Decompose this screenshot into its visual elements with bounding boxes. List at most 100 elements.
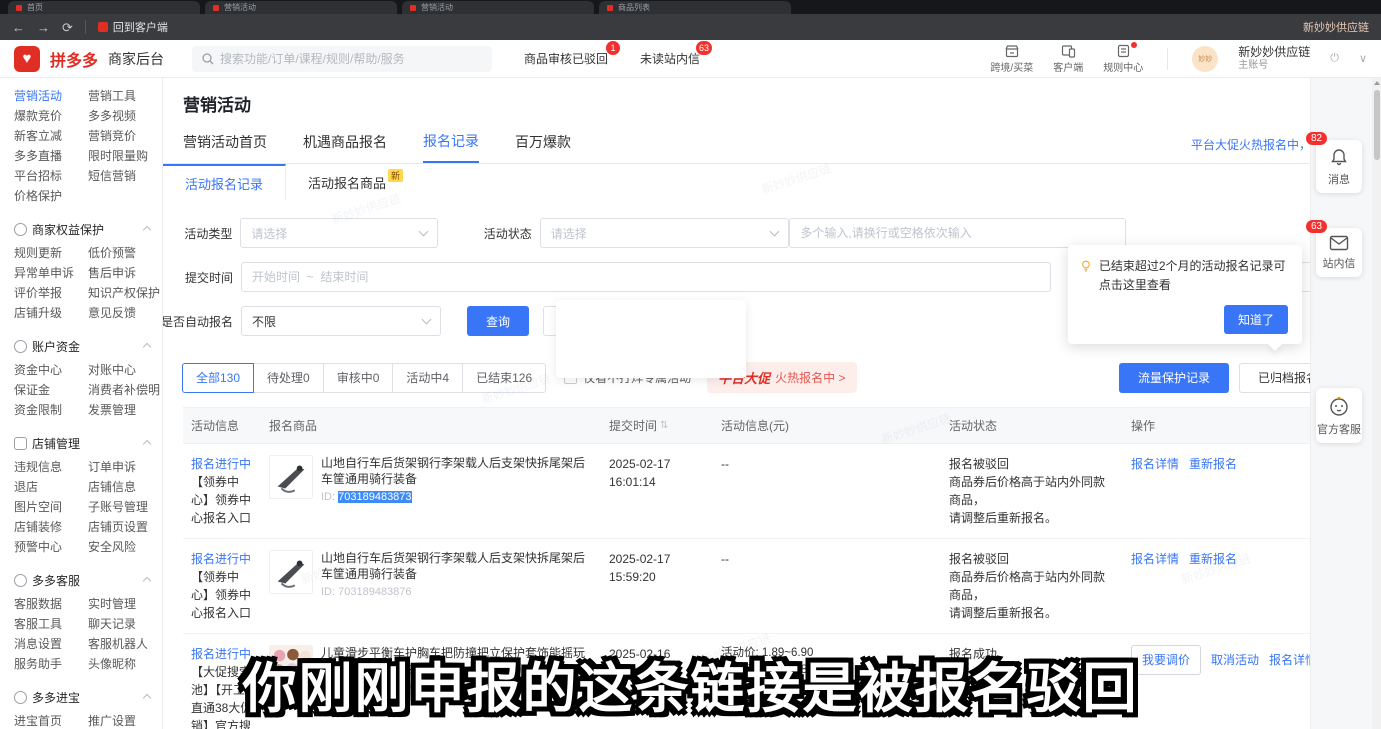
product-title[interactable]: 山地自行车后货架钢行李架载人后支架快拆尾架后车筐通用骑行装备 [321,550,593,582]
sidebar-item[interactable]: 新客立减 [14,126,86,146]
sidebar-item[interactable]: 低价预警 [88,243,160,263]
segment-ended[interactable]: 已结束126 [463,363,546,393]
sidebar-item[interactable]: 价格保护 [14,186,86,206]
product-title[interactable]: 山地自行车后货架钢行李架载人后支架快拆尾架后车筐通用骑行装备 [321,455,593,487]
inbox-card[interactable]: 63 站内信 [1316,228,1362,277]
sidebar-section-service[interactable]: 多多客服 [14,572,162,589]
bookmark-item[interactable]: 回到客户端 [98,19,168,35]
account-info[interactable]: 新妙妙供应链 主账号 [1238,45,1310,71]
sidebar-item[interactable]: 对账中心 [88,360,160,380]
sidebar-item[interactable]: 异常单申诉 [14,263,86,283]
unread-mail-link[interactable]: 未读站内信63 [640,50,700,67]
sidebar-item[interactable]: 限时限量购 [88,146,160,166]
auto-signup-select[interactable]: 不限 [241,306,441,336]
sidebar-item[interactable]: 店铺升级 [14,303,86,323]
message-card[interactable]: 82 消息 [1316,140,1362,193]
audit-rejected-link[interactable]: 商品审核已驳回1 [524,50,608,67]
sidebar-item[interactable]: 退店 [14,477,86,497]
segment-reviewing[interactable]: 审核中0 [324,363,394,393]
got-it-button[interactable]: 知道了 [1224,305,1288,334]
sidebar-section-shop[interactable]: 店铺管理 [14,435,162,452]
subtab-activity-records[interactable]: 活动报名记录 [163,164,286,200]
sidebar-section-rights[interactable]: 商家权益保护 [14,221,162,238]
power-icon[interactable]: ⏻ [1330,52,1339,65]
sidebar-item[interactable]: 店铺信息 [88,477,160,497]
sidebar-item[interactable]: 多多直播 [14,146,86,166]
sidebar-item[interactable]: 客服数据 [14,594,86,614]
sidebar-item[interactable]: 营销工具 [88,86,160,106]
brand-name[interactable]: 拼多多 [50,47,98,71]
sidebar-item[interactable]: 资金限制 [14,400,86,420]
activity-status-select[interactable]: 请选择 [540,218,790,248]
reload-icon[interactable]: ⟳ [62,21,73,34]
sidebar-item[interactable]: 评价举报 [14,283,86,303]
sidebar-item[interactable]: 发票管理 [88,400,160,420]
sidebar-item[interactable]: 店铺装修 [14,517,86,537]
flow-protection-button[interactable]: 流量保护记录 [1119,363,1229,393]
sidebar-item[interactable]: 订单申诉 [88,457,160,477]
tab-opportunity-goods[interactable]: 机遇商品报名 [303,126,387,162]
rule-center-entry[interactable]: 规则中心 [1103,44,1143,74]
sidebar-item[interactable]: 资金中心 [14,360,86,380]
query-button[interactable]: 查询 [467,306,529,336]
tab-marketing-home[interactable]: 营销活动首页 [183,126,267,162]
sidebar-item[interactable]: 聊天记录 [88,614,160,634]
re-signup-link[interactable]: 重新报名 [1189,457,1237,471]
sidebar-item[interactable]: 子账号管理 [88,497,160,517]
client-app-entry[interactable]: 客户端 [1053,44,1083,74]
sidebar-item[interactable]: 店铺页设置 [88,517,160,537]
back-icon[interactable]: ← [12,21,25,34]
sidebar-item-marketing-activity[interactable]: 营销活动 [14,86,86,106]
product-image-bike-rack[interactable] [269,455,313,499]
sidebar-item[interactable]: 规则更新 [14,243,86,263]
scrollbar-thumb[interactable] [1374,90,1380,160]
browser-profile-name[interactable]: 新妙妙供应链 [1303,19,1369,35]
sidebar-item[interactable]: 图片空间 [14,497,86,517]
collapse-caret-icon[interactable] [143,576,151,584]
global-search-input[interactable]: 搜索功能/订单/课程/规则/帮助/服务 [192,46,492,72]
sidebar-section-funds[interactable]: 账户资金 [14,338,162,355]
browser-tab[interactable]: 商品列表 [599,1,791,14]
collapse-caret-icon[interactable] [143,225,151,233]
sidebar-item[interactable]: 短信营销 [88,166,160,186]
scrollbar[interactable] [1372,78,1381,729]
crossborder-entry[interactable]: 跨境/买菜 [990,44,1033,74]
tab-signup-records[interactable]: 报名记录 [423,125,479,163]
sidebar-item[interactable]: 实时管理 [88,594,160,614]
segment-all[interactable]: 全部130 [182,363,254,393]
sidebar-item[interactable]: 爆款竞价 [14,106,86,126]
sidebar-item[interactable]: 知识产权保护 [88,283,160,303]
forward-icon[interactable]: → [37,21,50,34]
submit-time-range-input[interactable] [241,262,1051,292]
sidebar-item[interactable]: 多多视频 [88,106,160,126]
sidebar-item[interactable]: 违规信息 [14,457,86,477]
col-submit-time[interactable]: 提交时间⇅ [601,408,713,443]
product-image-bike-rack[interactable] [269,550,313,594]
browser-tab[interactable]: 首页 [8,1,200,14]
sidebar-item[interactable]: 消费者补偿明细 [88,380,160,400]
re-signup-link[interactable]: 重新报名 [1189,552,1237,566]
avatar[interactable]: 妙妙 [1192,46,1218,72]
browser-tab[interactable]: 营销活动 [205,1,397,14]
segment-active[interactable]: 活动中4 [393,363,463,393]
scrollbar-up-arrow[interactable] [1374,81,1380,85]
sidebar-item[interactable]: 意见反馈 [88,303,160,323]
collapse-caret-icon[interactable] [143,439,151,447]
product-id-selected[interactable]: 703189483873 [338,491,411,503]
tab-million-hits[interactable]: 百万爆款 [515,126,571,162]
official-service-card[interactable]: 官方客服 [1316,388,1362,443]
subtab-activity-goods[interactable]: 活动报名商品新 [286,164,425,200]
sidebar-item[interactable]: 预警中心 [14,537,86,557]
sidebar-item[interactable]: 平台招标 [14,166,86,186]
signup-detail-link[interactable]: 报名详情 [1131,552,1179,566]
sidebar-item[interactable]: 客服工具 [14,614,86,634]
sidebar-item[interactable]: 营销竞价 [88,126,160,146]
segment-pending[interactable]: 待处理0 [254,363,324,393]
chevron-down-icon[interactable]: ∨ [1359,52,1367,65]
sidebar-item[interactable]: 售后申诉 [88,263,160,283]
activity-id-input[interactable] [789,218,1126,248]
activity-type-select[interactable]: 请选择 [240,218,438,248]
pinduoduo-logo-icon[interactable]: ♥ [14,46,40,72]
collapse-caret-icon[interactable] [143,342,151,350]
sort-icon[interactable]: ⇅ [660,420,668,431]
